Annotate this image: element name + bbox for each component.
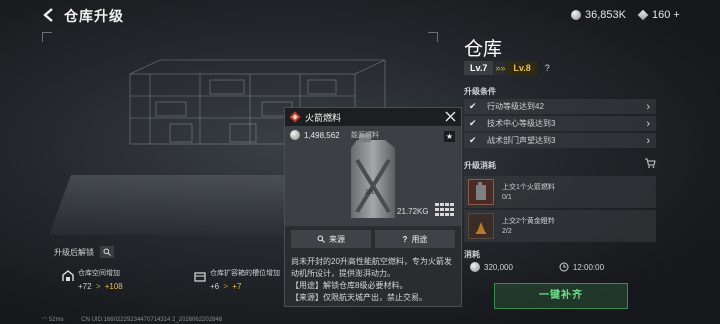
status-bar: ◠ 52ms CN UID:16602229234470714314 2_202… [42, 316, 222, 323]
item-category: 能源燃料 [351, 132, 379, 139]
cost-item-name: 上交2个黄金瞪羚 [502, 218, 555, 225]
expansion-box-icon [194, 272, 206, 282]
auto-fill-button[interactable]: 一键补齐 [494, 283, 628, 309]
cost-item[interactable]: 上交2个黄金瞪羚 2/2 [464, 210, 656, 242]
consume-time-value: 12:00:00 [572, 262, 605, 272]
bonus-arrow: > [95, 282, 101, 291]
level-next: Lv.8 [507, 61, 537, 75]
silver-currency: 36,853K [571, 9, 626, 21]
conditions-heading: 升级条件 [464, 87, 496, 96]
cost-heading: 升级消耗 [464, 161, 496, 170]
consume-row: 320,000 12:00:00 [470, 262, 604, 272]
search-icon [317, 235, 325, 243]
bonus-old: +72 [78, 282, 92, 291]
chevron-right-icon: › [646, 117, 650, 130]
cost-item-count: 2/2 [502, 228, 512, 235]
chevron-right-icon: › [646, 134, 650, 147]
item-price-value: 1,498,562 [304, 130, 340, 140]
description-line: 尚未开封的20升高性能航空燃料，专为火箭发动机所设计，提供澎湃动力。 [291, 257, 452, 278]
bonus-value: +6 > +7 [210, 282, 280, 291]
building-title: 仓库 [464, 39, 503, 60]
check-icon: ✔ [469, 101, 477, 111]
premium-amount: 160 [652, 9, 671, 21]
condition-row[interactable]: ✔ 技术中心等级达到3 › [464, 116, 656, 131]
uid-text: CN UID:16602229234470714314 2_2026062202… [81, 317, 223, 323]
silver-coin-icon [290, 130, 300, 140]
question-icon: ? [402, 234, 408, 244]
warehouse-icon [62, 270, 74, 281]
condition-text: 技术中心等级达到3 [487, 119, 556, 128]
bonus-arrow: > [223, 282, 229, 291]
cart-icon[interactable] [644, 158, 656, 168]
popup-header: 火箭燃料 [285, 108, 461, 126]
bonus-label: 仓库空间增加 [78, 270, 120, 277]
add-premium-button[interactable]: + [673, 9, 679, 21]
bonus-warehouse-space: 仓库空间增加 +72 > +108 [62, 268, 123, 291]
consume-heading: 消耗 [464, 250, 480, 259]
level-indicator: Lv.7 »» Lv.8 ? [464, 61, 550, 75]
bonus-label: 仓库扩容箱的槽位增加 [210, 270, 280, 277]
check-icon: ✔ [469, 135, 477, 145]
description-line: 【用途】解锁仓库8级必要材料。 [291, 281, 408, 290]
usage-label: 用途 [411, 234, 428, 244]
condition-row[interactable]: ✔ 战术部门声望达到3 › [464, 133, 656, 148]
cost-item[interactable]: 上交1个火箭燃料 0/1 [464, 176, 656, 208]
item-size-grid-icon [435, 203, 455, 217]
favorite-star-icon[interactable]: ★ [444, 131, 455, 142]
usage-button[interactable]: ? 用途 [375, 230, 455, 248]
chevron-right-icon: › [646, 100, 650, 113]
frame-corner [428, 32, 438, 42]
level-help-button[interactable]: ? [545, 63, 550, 73]
condition-row[interactable]: ✔ 行动等级达到42 › [464, 99, 656, 114]
bonus-value: +72 > +108 [78, 282, 123, 291]
silver-amount: 36,853K [585, 9, 626, 21]
source-label: 来源 [329, 234, 345, 244]
clock-icon [559, 262, 569, 272]
ping-value: 52ms [48, 317, 64, 323]
check-icon: ✔ [469, 118, 477, 128]
unlock-heading: 升级后解锁 [54, 246, 114, 258]
rocket-fuel-thumbnail [468, 179, 494, 205]
item-description: 尚未开封的20升高性能航空燃料，专为火箭发动机所设计，提供澎湃动力。 【用途】解… [291, 256, 457, 304]
item-detail-popup: 火箭燃料 20L 1,498,562 能源燃料 ★ 21.72KG 来源 ? 用… [284, 107, 462, 307]
source-button[interactable]: 来源 [291, 230, 371, 248]
svg-text:20L: 20L [365, 190, 376, 196]
frame-corner [42, 32, 52, 42]
premium-currency[interactable]: 160 + [637, 9, 680, 21]
silver-coin-icon [470, 262, 480, 272]
search-icon[interactable] [100, 246, 114, 258]
condition-text: 战术部门声望达到3 [487, 136, 556, 145]
item-weight: 21.72KG [397, 207, 429, 216]
cost-item-count: 0/1 [502, 194, 512, 201]
premium-coin-icon [637, 9, 649, 21]
level-arrow-icon: »» [493, 61, 508, 75]
back-arrow-icon[interactable] [42, 8, 56, 22]
cost-item-name: 上交1个火箭燃料 [502, 184, 555, 191]
unlock-label: 升级后解锁 [54, 247, 94, 257]
wifi-icon: ◠ [42, 317, 48, 323]
bonus-new: +7 [232, 282, 242, 291]
condition-text: 行动等级达到42 [487, 102, 544, 111]
bonus-old: +6 [210, 282, 220, 291]
consume-money: 320,000 [484, 262, 513, 272]
gold-gazelle-thumbnail [468, 213, 494, 239]
bonus-expansion-slots: 仓库扩容箱的槽位增加 +6 > +7 [194, 268, 280, 291]
page-title: 仓库升级 [64, 8, 124, 24]
level-current: Lv.7 [464, 61, 494, 75]
close-icon[interactable] [444, 110, 457, 123]
silver-coin-icon [571, 10, 581, 20]
description-line: 【来源】仅限航天城产出，禁止交易。 [291, 293, 427, 302]
popup-title: 火箭燃料 [305, 113, 342, 123]
bonus-new: +108 [104, 282, 123, 291]
consume-time: 12:00:00 [559, 262, 604, 272]
item-price: 1,498,562 [290, 130, 340, 140]
rarity-diamond-icon [289, 111, 301, 123]
